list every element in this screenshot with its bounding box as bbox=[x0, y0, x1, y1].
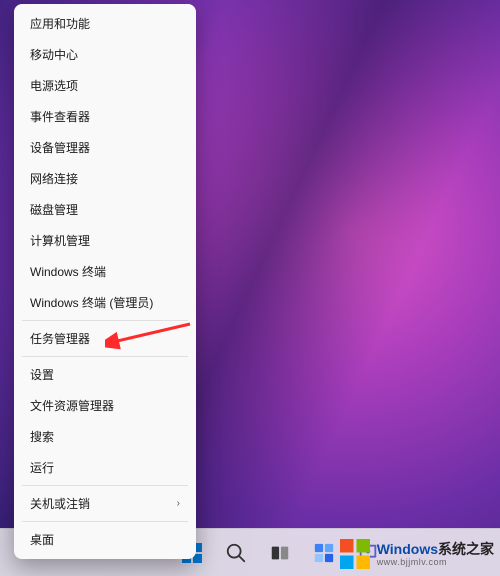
menu-item-mobility-center[interactable]: 移动中心 bbox=[18, 39, 192, 70]
menu-item-windows-terminal-admin[interactable]: Windows 终端 (管理员) bbox=[18, 287, 192, 318]
menu-label: 计算机管理 bbox=[30, 232, 90, 249]
chat-button[interactable] bbox=[348, 533, 388, 573]
widgets-icon bbox=[313, 542, 335, 564]
menu-label: 搜索 bbox=[30, 428, 54, 445]
menu-label: 设备管理器 bbox=[30, 139, 90, 156]
menu-label: Windows 终端 bbox=[30, 263, 106, 280]
menu-item-settings[interactable]: 设置 bbox=[18, 359, 192, 390]
menu-item-power-options[interactable]: 电源选项 bbox=[18, 70, 192, 101]
menu-label: 电源选项 bbox=[30, 77, 78, 94]
menu-item-network-connections[interactable]: 网络连接 bbox=[18, 163, 192, 194]
menu-label: 设置 bbox=[30, 366, 54, 383]
menu-label: 任务管理器 bbox=[30, 330, 90, 347]
menu-label: 运行 bbox=[30, 459, 54, 476]
menu-separator bbox=[22, 485, 188, 486]
search-button[interactable] bbox=[216, 533, 256, 573]
task-view-button[interactable] bbox=[260, 533, 300, 573]
search-icon bbox=[225, 542, 247, 564]
menu-label: Windows 终端 (管理员) bbox=[30, 294, 153, 311]
menu-item-windows-terminal[interactable]: Windows 终端 bbox=[18, 256, 192, 287]
menu-item-device-manager[interactable]: 设备管理器 bbox=[18, 132, 192, 163]
menu-item-shutdown-signout[interactable]: 关机或注销 › bbox=[18, 488, 192, 519]
menu-label: 事件查看器 bbox=[30, 108, 90, 125]
menu-item-desktop[interactable]: 桌面 bbox=[18, 524, 192, 555]
task-view-icon bbox=[269, 542, 291, 564]
menu-item-apps-and-features[interactable]: 应用和功能 bbox=[18, 8, 192, 39]
menu-label: 网络连接 bbox=[30, 170, 78, 187]
menu-item-computer-management[interactable]: 计算机管理 bbox=[18, 225, 192, 256]
menu-item-task-manager[interactable]: 任务管理器 bbox=[18, 323, 192, 354]
chat-icon bbox=[357, 542, 379, 564]
widgets-button[interactable] bbox=[304, 533, 344, 573]
menu-label: 关机或注销 bbox=[30, 495, 90, 512]
menu-label: 桌面 bbox=[30, 531, 54, 548]
menu-item-run[interactable]: 运行 bbox=[18, 452, 192, 483]
menu-item-search[interactable]: 搜索 bbox=[18, 421, 192, 452]
menu-item-event-viewer[interactable]: 事件查看器 bbox=[18, 101, 192, 132]
winx-context-menu: 应用和功能 移动中心 电源选项 事件查看器 设备管理器 网络连接 磁盘管理 计算… bbox=[14, 4, 196, 559]
chevron-right-icon: › bbox=[177, 498, 180, 509]
menu-separator bbox=[22, 320, 188, 321]
menu-label: 应用和功能 bbox=[30, 15, 90, 32]
menu-separator bbox=[22, 356, 188, 357]
menu-item-file-explorer[interactable]: 文件资源管理器 bbox=[18, 390, 192, 421]
menu-item-disk-management[interactable]: 磁盘管理 bbox=[18, 194, 192, 225]
menu-label: 移动中心 bbox=[30, 46, 78, 63]
menu-separator bbox=[22, 521, 188, 522]
menu-label: 文件资源管理器 bbox=[30, 397, 114, 414]
menu-label: 磁盘管理 bbox=[30, 201, 78, 218]
